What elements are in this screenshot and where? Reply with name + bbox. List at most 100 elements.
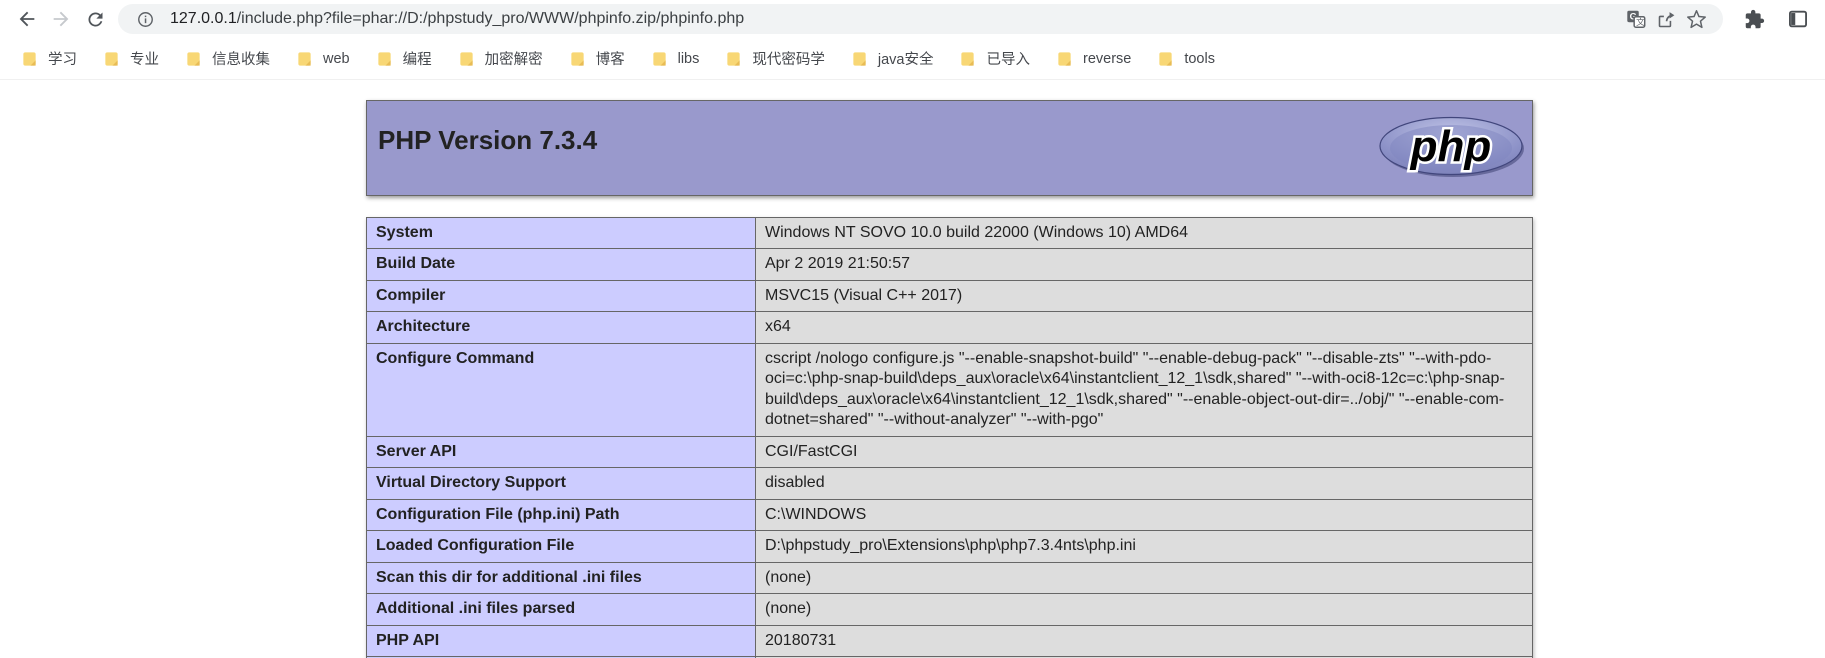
bookmark-item-9[interactable]: java安全 bbox=[838, 43, 947, 74]
table-row: Architecture x64 bbox=[366, 311, 1533, 344]
star-icon bbox=[1686, 9, 1706, 28]
row-value: Windows NT SOVO 10.0 build 22000 (Window… bbox=[755, 216, 1533, 250]
bookmark-label: 现代密码学 bbox=[752, 52, 825, 68]
bookmark-folder-icon bbox=[652, 51, 666, 66]
bookmark-label: 已导入 bbox=[986, 52, 1030, 68]
bookmark-item-0[interactable]: 学习 bbox=[8, 43, 90, 74]
bookmark-item-2[interactable]: 信息收集 bbox=[172, 43, 283, 74]
row-value: (none) bbox=[755, 561, 1533, 595]
php-logo-icon: php bbox=[1379, 116, 1524, 177]
translate-button[interactable]: G 文 bbox=[1621, 4, 1651, 34]
bookmark-label: 加密解密 bbox=[484, 52, 543, 68]
forward-arrow-icon bbox=[53, 11, 69, 27]
bookmark-label: libs bbox=[677, 50, 700, 67]
row-value: CGI/FastCGI bbox=[755, 435, 1533, 469]
row-label: Configuration File (php.ini) Path bbox=[366, 498, 756, 532]
bookmark-label: 博客 bbox=[595, 52, 625, 68]
bookmark-label: 信息收集 bbox=[212, 52, 270, 68]
page-title: PHP Version 7.3.4 bbox=[378, 125, 598, 155]
bookmark-item-3[interactable]: web bbox=[283, 45, 363, 73]
svg-text:php: php bbox=[1410, 122, 1492, 171]
bookmark-folder-icon bbox=[377, 51, 391, 66]
table-row: Configure Command cscript /nologo configu… bbox=[366, 342, 1533, 437]
bookmark-label: reverse bbox=[1082, 50, 1132, 67]
row-value: x64 bbox=[755, 311, 1533, 344]
bookmark-label: tools bbox=[1184, 50, 1215, 67]
bookmark-item-8[interactable]: 现代密码学 bbox=[712, 43, 838, 74]
side-panel-button[interactable] bbox=[1781, 2, 1815, 36]
table-row: Build Date Apr 2 2019 21:50:57 bbox=[366, 248, 1533, 281]
bookmark-item-7[interactable]: libs bbox=[638, 45, 713, 73]
extensions-puzzle-icon bbox=[1745, 9, 1764, 28]
table-row: Scan this dir for additional .ini files(… bbox=[366, 561, 1533, 595]
table-row: Server API CGI/FastCGI bbox=[366, 435, 1533, 469]
row-value: MSVC15 (Visual C++ 2017) bbox=[755, 279, 1533, 313]
table-row: Configuration File (php.ini) Path C:\WIND… bbox=[366, 498, 1533, 532]
url-text: 127.0.0.1/include.php?file=phar://D:/php… bbox=[170, 10, 1621, 28]
row-value: D:\phpstudy_pro\Extensions\php\php7.3.4n… bbox=[755, 530, 1533, 563]
bookmark-folder-icon bbox=[298, 51, 311, 66]
php-logo[interactable]: php bbox=[1376, 115, 1526, 184]
site-info-button[interactable] bbox=[130, 4, 160, 34]
bookmark-folder-icon bbox=[23, 51, 36, 66]
row-label: Loaded Configuration File bbox=[366, 530, 756, 563]
bookmark-folder-icon bbox=[727, 51, 741, 66]
bookmark-label: 编程 bbox=[402, 52, 432, 68]
bookmark-folder-icon bbox=[1159, 51, 1172, 66]
row-value: C:\WINDOWS bbox=[755, 498, 1533, 532]
row-label: System bbox=[366, 216, 756, 250]
bookmark-item-4[interactable]: 编程 bbox=[363, 43, 445, 74]
forward-button[interactable] bbox=[44, 2, 78, 36]
bookmark-this-page-button[interactable] bbox=[1681, 4, 1711, 34]
bookmark-folder-icon bbox=[853, 51, 866, 66]
table-row: Compiler MSVC15 (Visual C++ 2017) bbox=[366, 279, 1533, 313]
bookmark-folder-icon bbox=[1058, 51, 1071, 66]
address-bar[interactable]: 127.0.0.1/include.php?file=phar://D:/php… bbox=[118, 4, 1723, 34]
table-row: Virtual Directory Support disabled bbox=[366, 467, 1533, 500]
table-row: System Windows NT SOVO 10.0 build 22000 (… bbox=[366, 216, 1533, 250]
side-panel-icon bbox=[1789, 10, 1807, 28]
bookmark-label: web bbox=[323, 50, 350, 67]
row-value: cscript /nologo configure.js "--enable-s… bbox=[755, 342, 1533, 437]
row-label: Server API bbox=[366, 435, 756, 469]
bookmark-label: 学习 bbox=[48, 52, 77, 68]
bookmark-label: java安全 bbox=[877, 52, 934, 68]
bookmark-folder-icon bbox=[459, 51, 473, 66]
svg-text:文: 文 bbox=[1636, 16, 1645, 28]
translate-icon: G 文 bbox=[1627, 10, 1646, 28]
share-button[interactable] bbox=[1651, 4, 1681, 34]
row-value: Apr 2 2019 21:50:57 bbox=[755, 248, 1533, 281]
back-button[interactable] bbox=[10, 2, 44, 36]
extensions-button[interactable] bbox=[1737, 2, 1771, 36]
bookmark-item-6[interactable]: 博客 bbox=[556, 43, 638, 74]
row-value: disabled bbox=[755, 467, 1533, 500]
phpinfo-table: System Windows NT SOVO 10.0 build 22000 (… bbox=[366, 216, 1533, 658]
url-host: 127.0.0.1 bbox=[170, 10, 237, 27]
reload-button[interactable] bbox=[78, 2, 112, 36]
bookmark-folder-icon bbox=[105, 51, 118, 66]
row-label: Virtual Directory Support bbox=[366, 467, 756, 500]
bookmark-folder-icon bbox=[961, 51, 975, 66]
bookmark-label: 专业 bbox=[130, 52, 159, 68]
row-label: Additional .ini files parsed bbox=[366, 593, 756, 626]
row-label: PHP API bbox=[366, 624, 756, 658]
browser-toolbar: 127.0.0.1/include.php?file=phar://D:/php… bbox=[0, 0, 1825, 38]
row-value: (none) bbox=[755, 593, 1533, 626]
row-label: Build Date bbox=[366, 248, 756, 281]
bookmark-folder-icon bbox=[570, 51, 584, 66]
reload-icon bbox=[87, 11, 102, 26]
info-icon bbox=[137, 11, 153, 27]
row-label: Compiler bbox=[366, 279, 756, 313]
table-row: PHP API 20180731 bbox=[366, 624, 1533, 658]
row-value: 20180731 bbox=[755, 624, 1533, 658]
php-version-header: PHP Version 7.3.4 php bbox=[366, 100, 1533, 196]
bookmark-item-11[interactable]: reverse bbox=[1043, 45, 1144, 73]
row-label: Configure Command bbox=[366, 342, 756, 437]
back-arrow-icon bbox=[19, 11, 35, 27]
share-icon bbox=[1658, 11, 1674, 27]
bookmark-item-1[interactable]: 专业 bbox=[90, 43, 172, 74]
row-label: Architecture bbox=[366, 311, 756, 344]
bookmark-item-12[interactable]: tools bbox=[1144, 45, 1228, 73]
bookmark-item-10[interactable]: 已导入 bbox=[946, 43, 1043, 74]
bookmark-item-5[interactable]: 加密解密 bbox=[445, 43, 556, 74]
